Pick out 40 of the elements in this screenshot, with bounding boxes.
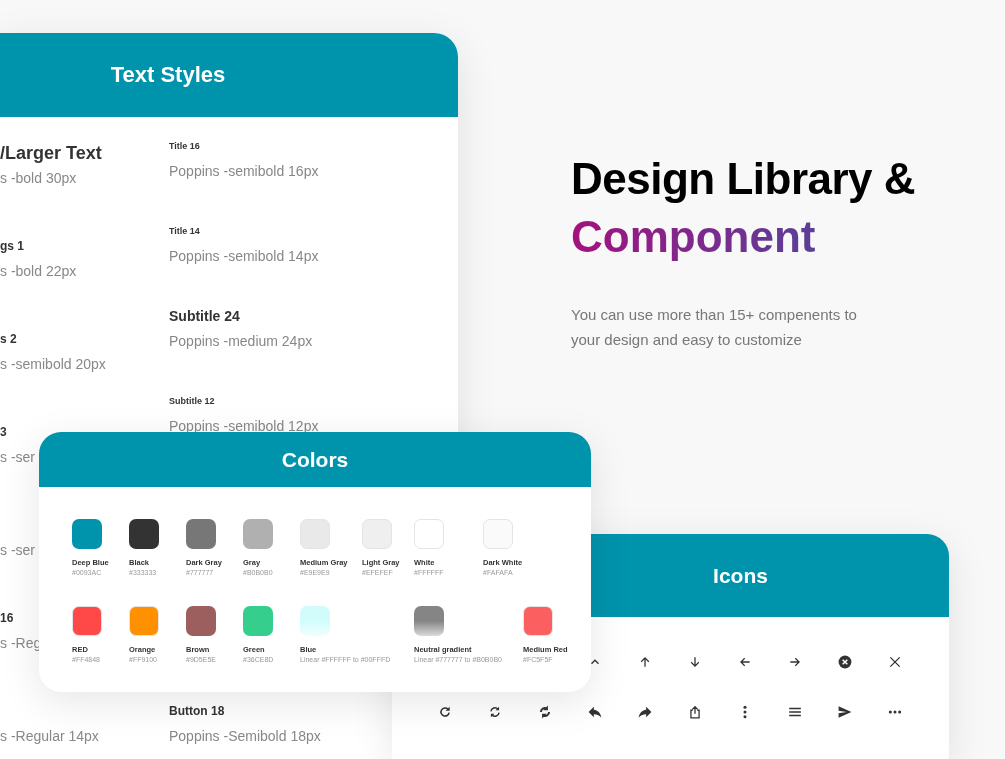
style-label: Button 18: [169, 704, 225, 718]
description: You can use more than 15+ compenents to your design and easy to customize: [571, 305, 858, 350]
style-spec: s -ser: [0, 449, 35, 465]
sync-icon[interactable]: [538, 705, 552, 719]
style-spec: Poppins -Semibold 18px: [169, 728, 321, 744]
close-circle-icon[interactable]: [838, 655, 852, 669]
style-label: /Larger Text: [0, 142, 102, 164]
style-label: Subtitle 12: [169, 396, 215, 406]
style-spec: s -Regular 14px: [0, 728, 99, 744]
style-spec: Poppins -semibold 16px: [169, 163, 319, 179]
card-title: Text Styles: [110, 62, 226, 88]
refresh-icon[interactable]: [438, 705, 452, 719]
style-spec: s -bold 30px: [0, 170, 77, 186]
style-label: Title 14: [169, 226, 200, 236]
style-spec: s -bold 22px: [0, 263, 77, 279]
style-spec: s -ser: [0, 542, 35, 558]
arrow-down-icon[interactable]: [688, 655, 702, 669]
sync-icon[interactable]: [488, 705, 502, 719]
arrow-left-icon[interactable]: [738, 655, 752, 669]
headline: Design Library &: [571, 153, 917, 205]
style-spec: Poppins -medium 24px: [169, 333, 313, 349]
style-label: Title 16: [169, 141, 200, 151]
share-icon[interactable]: [688, 705, 702, 719]
style-label: gs 1: [0, 239, 24, 253]
forward-icon[interactable]: [638, 705, 652, 719]
menu-icon[interactable]: [788, 705, 802, 719]
card-title: Colors: [281, 447, 349, 472]
close-icon[interactable]: [888, 655, 902, 669]
style-label: 3: [0, 425, 7, 439]
style-label: 16: [0, 611, 14, 625]
arrow-up-icon[interactable]: [638, 655, 652, 669]
style-label: s 2: [0, 332, 17, 346]
reply-icon[interactable]: [588, 705, 602, 719]
arrow-right-icon[interactable]: [788, 655, 802, 669]
style-label: Subtitle 24: [169, 308, 240, 324]
style-spec: s -semibold 20px: [0, 356, 106, 372]
card-title: Icons: [713, 563, 768, 588]
send-icon[interactable]: [838, 705, 852, 719]
style-spec: Poppins -semibold 14px: [169, 248, 319, 264]
style-spec: Poppins -semibold 12px: [169, 418, 319, 434]
